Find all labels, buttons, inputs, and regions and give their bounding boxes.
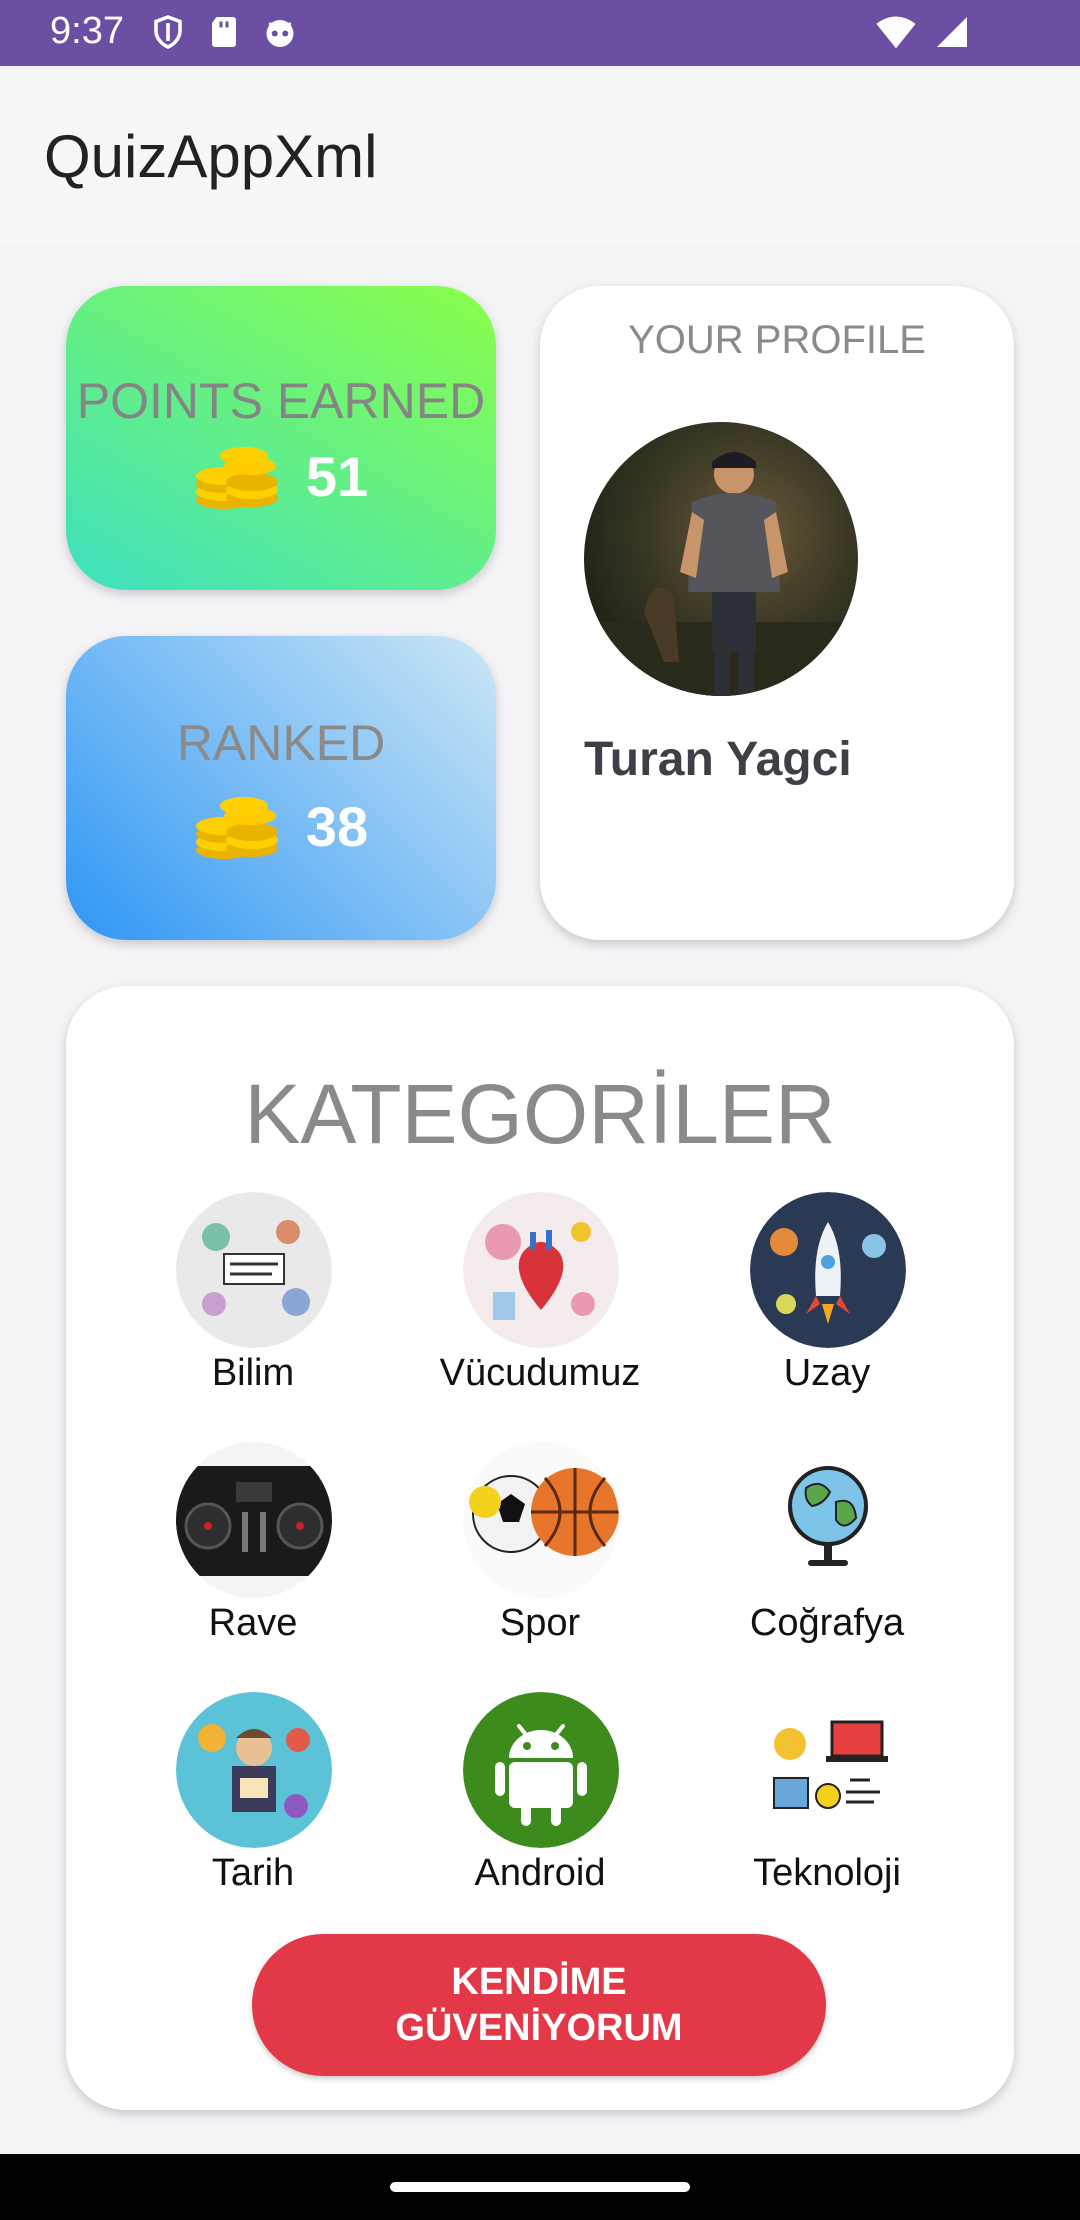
shield-icon (154, 15, 182, 49)
globe-image (750, 1442, 906, 1598)
app-title: QuizAppXml (44, 123, 378, 190)
points-value: 51 (305, 444, 369, 508)
avatar[interactable] (584, 422, 858, 696)
category-spor[interactable]: Spor (397, 1436, 683, 1666)
category-label: Coğrafya (749, 1602, 905, 1644)
science-doodle-image (176, 1192, 332, 1348)
ranked-value: 38 (305, 794, 369, 858)
category-label: Spor (499, 1602, 581, 1644)
category-vucudumuz[interactable]: Vücudumuz (397, 1186, 683, 1416)
category-uzay[interactable]: Uzay (684, 1186, 970, 1416)
category-label: Rave (208, 1602, 298, 1644)
category-label: Android (474, 1852, 606, 1894)
cta-line-2: GÜVENİYORUM (395, 2007, 683, 2049)
cellular-signal-icon (937, 17, 967, 47)
sports-balls-image (463, 1442, 619, 1598)
ranked-label: RANKED (176, 715, 386, 771)
category-label: Teknoloji (753, 1852, 901, 1894)
sd-card-icon (212, 17, 236, 47)
category-label: Bilim (211, 1352, 295, 1394)
system-nav-bar (0, 2154, 1080, 2220)
dj-controller-image (176, 1442, 332, 1598)
profile-photo (584, 452, 858, 696)
notification-app-icon (266, 20, 294, 47)
category-label: Tarih (211, 1852, 295, 1894)
category-rave[interactable]: Rave (110, 1436, 396, 1666)
category-android[interactable]: Android (397, 1686, 683, 1916)
category-cografya[interactable]: Coğrafya (684, 1436, 970, 1666)
profile-heading: YOUR PROFILE (628, 318, 926, 362)
points-row: 51 (66, 436, 496, 516)
category-tarih[interactable]: Tarih (110, 1686, 396, 1916)
android-logo-image (463, 1692, 619, 1848)
points-earned-label: POINTS EARNED (76, 373, 486, 429)
status-icons-right (874, 14, 970, 50)
points-earned-card: POINTS EARNED 51 (66, 286, 496, 590)
category-bilim[interactable]: Bilim (110, 1186, 396, 1416)
confident-submit-button[interactable]: KENDİME GÜVENİYORUM (252, 1934, 826, 2076)
space-rocket-doodle-image (750, 1192, 906, 1348)
cta-line-1: KENDİME (451, 1961, 627, 2003)
wifi-icon (876, 16, 916, 49)
categories-card: KATEGORİLER Bilim Vücudumuz Uzay Rave Sp… (66, 986, 1014, 2110)
home-gesture-handle[interactable] (390, 2182, 690, 2192)
category-grid: Bilim Vücudumuz Uzay Rave Spor Coğrafya … (110, 1186, 970, 1894)
categories-title: KATEGORİLER (244, 1067, 836, 1161)
ranked-row: 38 (66, 786, 496, 866)
ranked-card: RANKED 38 (66, 636, 496, 940)
profile-name: Turan Yagci (584, 733, 852, 786)
status-bar: 9:37 (0, 0, 1080, 66)
status-time: 9:37 (50, 10, 124, 52)
human-body-doodle-image (463, 1192, 619, 1348)
category-label: Uzay (783, 1352, 871, 1394)
app-bar: QuizAppXml (0, 66, 1080, 246)
coins-icon (195, 797, 278, 859)
coins-icon (195, 447, 278, 509)
category-label: Vücudumuz (439, 1352, 641, 1394)
technology-doodle-image (750, 1692, 906, 1848)
history-doodle-image (176, 1692, 332, 1848)
category-teknoloji[interactable]: Teknoloji (684, 1686, 970, 1916)
profile-card[interactable]: YOUR PROFILE Turan Yagci (540, 286, 1014, 940)
status-icons-left (150, 14, 298, 50)
